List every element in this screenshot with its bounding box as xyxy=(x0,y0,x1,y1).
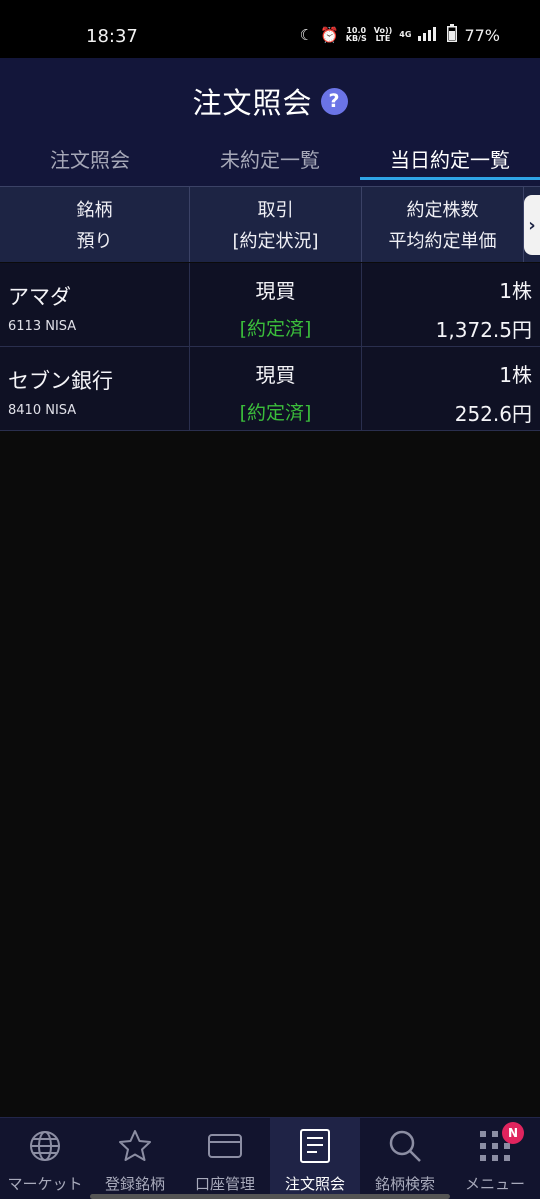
header-col-stock: 銘柄 預り xyxy=(0,187,190,262)
executed-quantity: 1株 xyxy=(499,363,532,387)
table-row[interactable]: セブン銀行 8410 NISA 現買 [約定済] 1株 252.6円 xyxy=(0,347,540,431)
net-speed: 10.0 KB/S xyxy=(346,27,367,43)
header-quantity-label: 約定株数 xyxy=(406,199,479,221)
battery-icon xyxy=(447,24,458,46)
search-icon xyxy=(360,1126,450,1166)
card-icon xyxy=(180,1126,270,1166)
nav-watchlist[interactable]: 登録銘柄 xyxy=(90,1118,180,1199)
home-indicator[interactable] xyxy=(90,1194,450,1199)
stock-code: 6113 NISA xyxy=(8,319,77,334)
nav-account-label: 口座管理 xyxy=(194,1175,255,1193)
nav-stock-search[interactable]: 銘柄検索 xyxy=(360,1118,450,1199)
table-row[interactable]: アマダ 6113 NISA 現買 [約定済] 1株 1,372.5円 xyxy=(0,263,540,347)
nav-market[interactable]: マーケット xyxy=(0,1118,90,1199)
status-time: 18:37 xyxy=(86,26,138,47)
execution-status: [約定済] xyxy=(239,318,312,340)
tab-today-executed-list[interactable]: 当日約定一覧 xyxy=(360,138,540,180)
globe-icon xyxy=(0,1126,90,1166)
scroll-right-arrow-icon[interactable]: › xyxy=(524,195,540,255)
battery-percent: 77% xyxy=(464,25,500,45)
nav-menu-label: メニュー xyxy=(464,1175,525,1193)
stock-cell: アマダ 6113 NISA xyxy=(0,263,190,346)
trade-cell: 現買 [約定済] xyxy=(190,347,362,430)
nav-menu[interactable]: N メニュー xyxy=(450,1118,540,1199)
tab-order-inquiry[interactable]: 注文照会 xyxy=(0,138,180,180)
header-custody-label: 預り xyxy=(76,231,113,253)
page-title: 注文照会 xyxy=(192,86,313,120)
alarm-icon: ⏰ xyxy=(320,26,339,44)
net-speed-unit: KB/S xyxy=(345,34,367,43)
stock-code: 8410 NISA xyxy=(8,403,77,418)
nav-order-inquiry[interactable]: 注文照会 xyxy=(270,1118,360,1199)
bottom-navigation: マーケット 登録銘柄 口座管理 注文照会 銘柄検索 N メニュー xyxy=(0,1117,540,1199)
table-header: 銘柄 預り 取引 [約定状況] 約定株数 平均約定単価 › xyxy=(0,186,540,262)
header-status-label: [約定状況] xyxy=(232,231,319,253)
stock-name: セブン銀行 xyxy=(8,369,113,393)
header-trade-label: 取引 xyxy=(257,199,294,221)
notification-badge: N xyxy=(502,1122,524,1144)
moon-icon: ☾ xyxy=(299,26,314,44)
volte-bottom: LTE xyxy=(375,34,391,43)
nav-account[interactable]: 口座管理 xyxy=(180,1118,270,1199)
status-bar: 18:37 ☾ ⏰ 10.0 KB/S Vo)) LTE 4G 77% xyxy=(0,0,540,58)
quantity-cell: 1株 252.6円 xyxy=(362,347,540,430)
header-avg-price-label: 平均約定単価 xyxy=(388,231,497,253)
trade-type: 現買 xyxy=(255,279,296,303)
executed-orders-list: アマダ 6113 NISA 現買 [約定済] 1株 1,372.5円 セブン銀行… xyxy=(0,263,540,431)
nav-stock-search-label: 銘柄検索 xyxy=(374,1175,435,1193)
average-price: 252.6円 xyxy=(454,402,532,426)
header-col-trade: 取引 [約定状況] xyxy=(190,187,362,262)
volte-indicator: Vo)) LTE xyxy=(374,27,393,43)
header-col-quantity: 約定株数 平均約定単価 xyxy=(362,187,524,262)
star-icon xyxy=(90,1126,180,1166)
nav-market-label: マーケット xyxy=(7,1175,83,1193)
quantity-cell: 1株 1,372.5円 xyxy=(362,263,540,346)
tab-unexecuted-list[interactable]: 未約定一覧 xyxy=(180,138,360,180)
header-stock-label: 銘柄 xyxy=(76,199,113,221)
stock-name: アマダ xyxy=(8,285,71,309)
status-icons: ☾ ⏰ 10.0 KB/S Vo)) LTE 4G 77% xyxy=(300,24,500,46)
tab-bar: 注文照会 未約定一覧 当日約定一覧 xyxy=(0,138,540,180)
help-icon[interactable]: ? xyxy=(320,87,348,115)
signal-icon xyxy=(418,26,440,45)
average-price: 1,372.5円 xyxy=(435,318,532,342)
trade-cell: 現買 [約定済] xyxy=(190,263,362,346)
grid-icon xyxy=(450,1126,540,1166)
nav-order-inquiry-label: 注文照会 xyxy=(284,1175,345,1193)
nav-watchlist-label: 登録銘柄 xyxy=(104,1175,165,1193)
document-icon xyxy=(270,1126,360,1166)
stock-cell: セブン銀行 8410 NISA xyxy=(0,347,190,430)
network-type: 4G xyxy=(399,30,412,39)
trade-type: 現買 xyxy=(255,363,296,387)
execution-status: [約定済] xyxy=(239,402,312,424)
app-header: 注文照会 ? 注文照会 未約定一覧 当日約定一覧 xyxy=(0,58,540,186)
title-row: 注文照会 ? xyxy=(0,80,540,122)
executed-quantity: 1株 xyxy=(499,279,532,303)
